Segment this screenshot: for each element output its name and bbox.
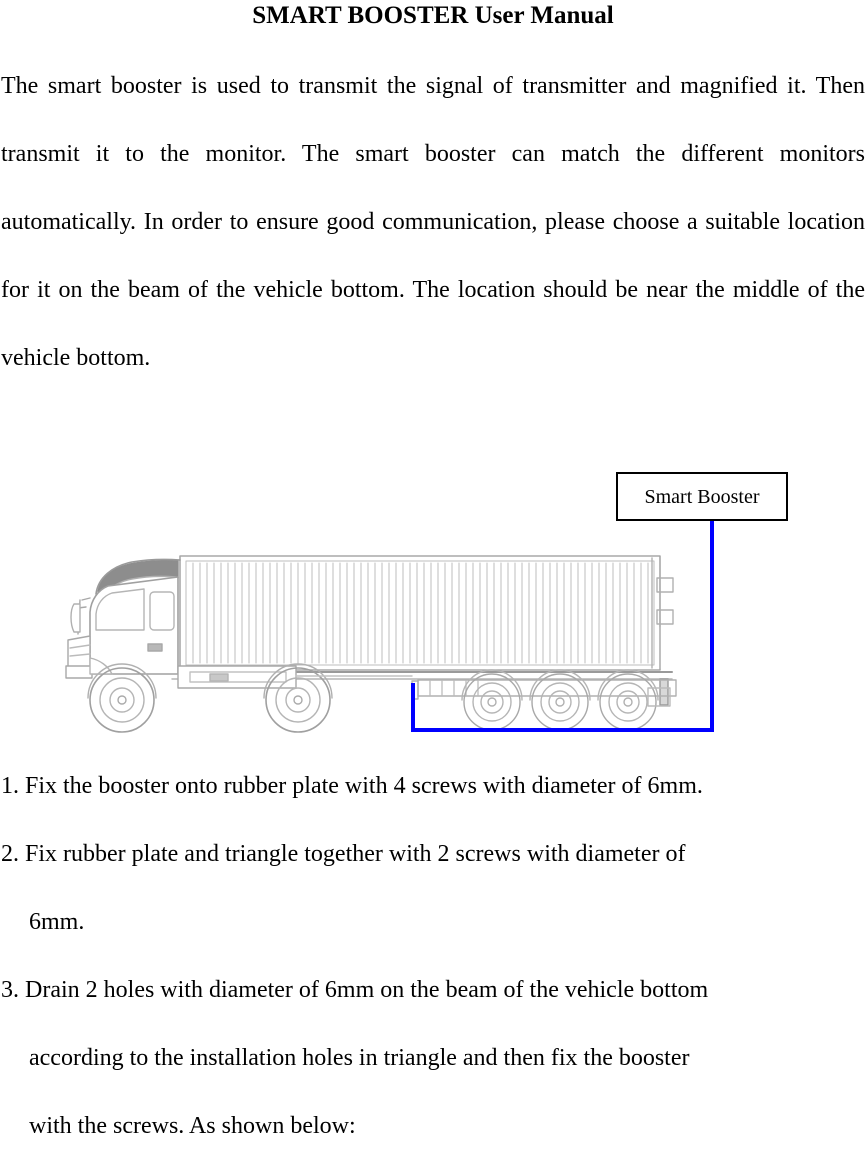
instruction-list: 1. Fix the booster onto rubber plate wit… <box>1 752 865 1160</box>
truck-illustration-icon <box>65 555 677 733</box>
list-item-continuation: according to the installation holes in t… <box>29 1045 690 1071</box>
intro-paragraph: The smart booster is used to transmit th… <box>1 73 865 371</box>
list-item: 3. Drain 2 holes with diameter of 6mm on… <box>1 977 709 1003</box>
list-item: 2. Fix rubber plate and triangle togethe… <box>1 841 686 867</box>
list-item: 1. Fix the booster onto rubber plate wit… <box>1 773 703 799</box>
list-item-continuation: with the screws. As shown below: <box>29 1113 356 1139</box>
list-item-continuation: 6mm. <box>29 909 85 935</box>
document-page: SMART BOOSTER User Manual The smart boos… <box>0 0 866 1139</box>
callout-label: Smart Booster <box>644 485 760 508</box>
page-title: SMART BOOSTER User Manual <box>252 2 614 29</box>
callout-box-smart-booster: Smart Booster <box>616 472 788 521</box>
